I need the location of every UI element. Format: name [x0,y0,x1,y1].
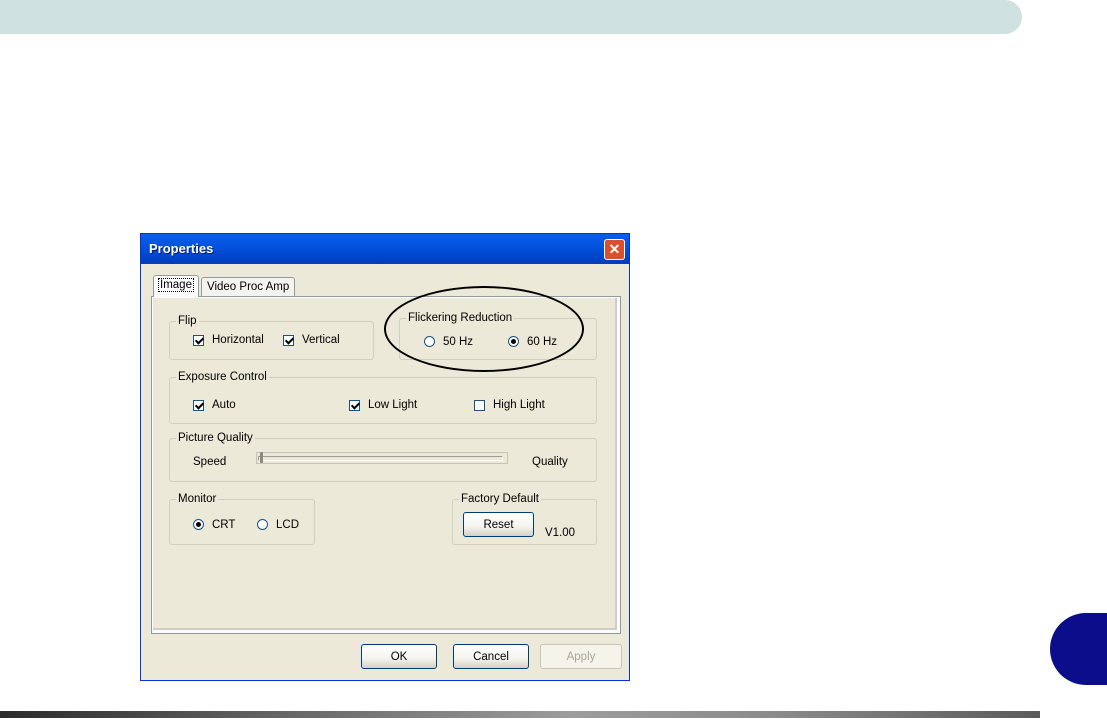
flicker-legend: Flickering Reduction [406,311,515,325]
tab-image-label: Image [158,278,194,292]
flicker-60hz-label: 60 Hz [527,336,558,348]
quality-speed-label: Speed [193,456,227,468]
monitor-legend: Monitor [176,492,219,506]
version-label: V1.00 [545,527,576,539]
flip-legend: Flip [176,314,199,328]
chapter-tab [1050,613,1107,685]
picture-quality-legend: Picture Quality [176,431,255,445]
reset-button[interactable]: Reset [463,512,534,537]
monitor-lcd-radio[interactable] [257,519,268,530]
tab-image[interactable]: Image [153,275,199,297]
close-icon[interactable]: ✕ [604,239,625,260]
exposure-low-light-checkbox[interactable] [349,400,360,411]
monitor-crt-radio[interactable] [193,519,204,530]
apply-button[interactable]: Apply [540,644,622,669]
properties-dialog: Properties ✕ Image Video Proc Amp Flip H… [140,233,630,681]
flicker-60hz-radio[interactable] [508,336,519,347]
exposure-high-light-checkbox[interactable] [474,400,485,411]
tab-video-proc-amp[interactable]: Video Proc Amp [201,277,296,297]
flip-vertical-label: Vertical [302,334,340,346]
factory-default-legend: Factory Default [459,492,541,506]
dialog-title: Properties [149,241,214,256]
exposure-auto-checkbox[interactable] [193,400,204,411]
ok-button[interactable]: OK [361,644,437,669]
flicker-50hz-radio[interactable] [424,336,435,347]
monitor-crt-label: CRT [212,519,236,531]
quality-slider-thumb[interactable] [260,452,263,463]
exposure-high-light-label: High Light [493,399,545,411]
dialog-titlebar[interactable]: Properties ✕ [141,234,629,264]
cancel-button[interactable]: Cancel [453,644,529,669]
monitor-lcd-label: LCD [276,519,300,531]
exposure-low-light-label: Low Light [368,399,418,411]
exposure-auto-label: Auto [212,399,236,411]
quality-quality-label: Quality [532,456,568,468]
quality-slider-track [258,456,503,461]
flip-horizontal-label: Horizontal [212,334,264,346]
page-footer-rule [0,711,1040,718]
flicker-50hz-label: 50 Hz [443,336,474,348]
exposure-legend: Exposure Control [176,370,269,384]
flip-horizontal-checkbox[interactable] [193,335,204,346]
page-header-bar [0,0,1022,34]
flip-vertical-checkbox[interactable] [283,335,294,346]
